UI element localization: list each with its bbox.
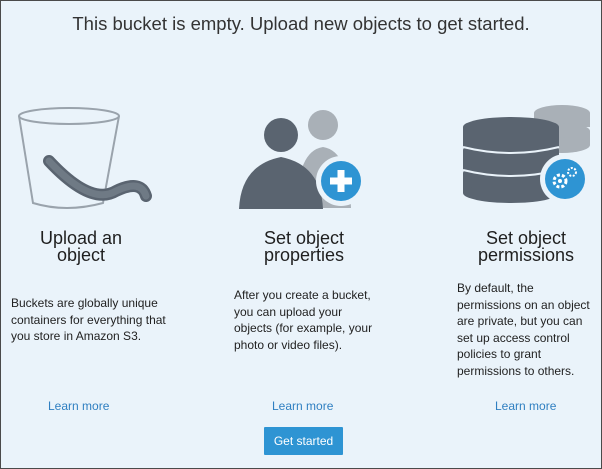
database-settings-icon: [462, 105, 590, 204]
learn-more-link-permissions[interactable]: Learn more: [495, 399, 556, 413]
learn-more-link-upload[interactable]: Learn more: [48, 399, 109, 413]
get-started-button[interactable]: Get started: [264, 427, 343, 455]
upload-object-title: Upload an object: [39, 228, 123, 265]
page-headline: This bucket is empty. Upload new objects…: [72, 13, 530, 34]
set-permissions-title: Set object permissions: [477, 228, 575, 265]
user-add-icon: [239, 110, 366, 209]
set-properties-description: After you create a bucket, you can uploa…: [234, 288, 373, 352]
learn-more-link-properties[interactable]: Learn more: [272, 399, 333, 413]
bucket-icon: [18, 107, 152, 209]
upload-object-description: Buckets are globally unique containers f…: [11, 296, 166, 343]
empty-bucket-panel: This bucket is empty. Upload new objects…: [0, 0, 602, 469]
set-properties-title: Set object properties: [263, 228, 345, 265]
set-permissions-description: By default, the permissions on an object…: [457, 281, 590, 378]
